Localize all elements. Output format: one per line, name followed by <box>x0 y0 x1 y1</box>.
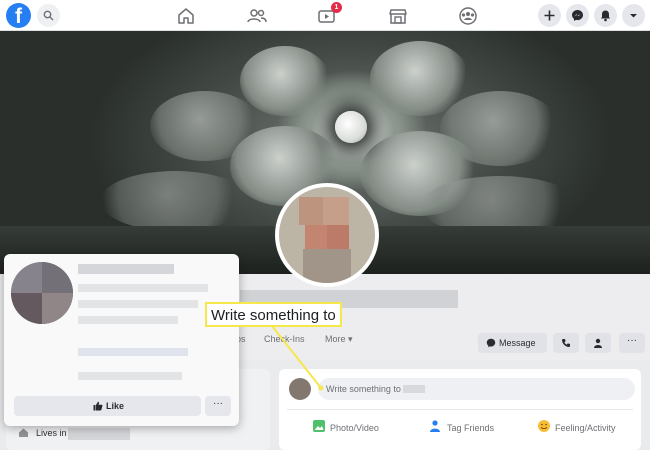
callout-label: Write something to <box>205 302 342 327</box>
callout-pointer-line <box>271 325 324 391</box>
